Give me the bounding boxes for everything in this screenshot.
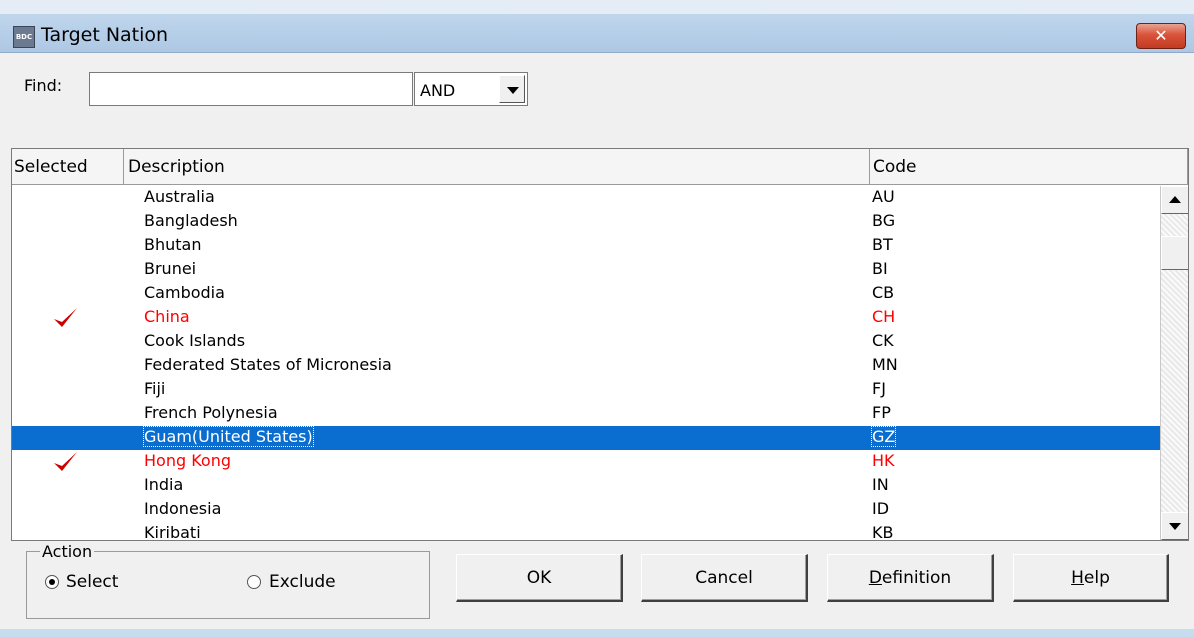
table-row[interactable]: Bangladesh BG bbox=[12, 210, 1160, 234]
action-legend: Action bbox=[40, 542, 95, 561]
table-row[interactable]: Guam(United States) GZ bbox=[12, 426, 1160, 450]
background-window-strip bbox=[0, 0, 1194, 14]
row-description: Cook Islands bbox=[144, 331, 246, 350]
table-row[interactable]: French Polynesia FP bbox=[12, 402, 1160, 426]
table-row[interactable]: Bhutan BT bbox=[12, 234, 1160, 258]
row-description: Bangladesh bbox=[144, 211, 238, 230]
row-code: BI bbox=[872, 259, 888, 278]
table-row[interactable]: Brunei BI bbox=[12, 258, 1160, 282]
help-accelerator: H bbox=[1071, 568, 1084, 588]
scroll-down-button[interactable] bbox=[1161, 512, 1188, 540]
row-description: China bbox=[144, 307, 190, 326]
row-code: KB bbox=[872, 523, 894, 541]
ok-button[interactable]: OK bbox=[456, 554, 623, 602]
row-code: IN bbox=[872, 475, 889, 494]
title-bar[interactable]: BDC Target Nation ✕ bbox=[0, 0, 1194, 53]
definition-label: efinition bbox=[881, 568, 952, 588]
definition-accelerator: D bbox=[868, 568, 882, 588]
table-row[interactable]: Kiribati KB bbox=[12, 522, 1160, 541]
table-row[interactable]: Indonesia ID bbox=[12, 498, 1160, 522]
checkmark-icon bbox=[54, 452, 77, 471]
nation-grid: Selected Description Code Australia AU Ban… bbox=[11, 148, 1189, 541]
row-code: AU bbox=[872, 187, 895, 206]
row-code: HK bbox=[872, 451, 895, 470]
close-button[interactable]: ✕ bbox=[1136, 23, 1186, 49]
column-header-selected[interactable]: Selected bbox=[12, 149, 124, 185]
select-radio-label[interactable]: Select bbox=[66, 572, 118, 592]
table-row[interactable]: Australia AU bbox=[12, 186, 1160, 210]
table-row[interactable]: India IN bbox=[12, 474, 1160, 498]
find-input[interactable] bbox=[89, 72, 413, 106]
vertical-scrollbar[interactable] bbox=[1160, 186, 1188, 540]
row-description: Australia bbox=[144, 187, 215, 206]
chevron-down-icon[interactable] bbox=[499, 75, 525, 103]
scroll-thumb[interactable] bbox=[1161, 236, 1188, 270]
help-button[interactable]: Help bbox=[1013, 554, 1169, 602]
select-radio[interactable] bbox=[45, 575, 59, 589]
row-description: Hong Kong bbox=[144, 451, 231, 470]
table-row[interactable]: Federated States of Micronesia MN bbox=[12, 354, 1160, 378]
row-code: BT bbox=[872, 235, 893, 254]
row-code: ID bbox=[872, 499, 890, 518]
row-code: FP bbox=[872, 403, 891, 422]
row-description: Fiji bbox=[144, 379, 166, 398]
row-code: CH bbox=[872, 307, 896, 326]
scroll-up-button[interactable] bbox=[1161, 186, 1188, 214]
row-code: GZ bbox=[870, 426, 897, 447]
row-description: Indonesia bbox=[144, 499, 222, 518]
column-header-code[interactable]: Code bbox=[870, 149, 1188, 185]
app-icon: BDC bbox=[13, 26, 35, 48]
row-description: French Polynesia bbox=[144, 403, 278, 422]
table-row[interactable]: Hong Kong HK bbox=[12, 450, 1160, 474]
row-description: Federated States of Micronesia bbox=[144, 355, 392, 374]
table-row[interactable]: Cambodia CB bbox=[12, 282, 1160, 306]
row-code: CB bbox=[872, 283, 895, 302]
exclude-radio-label[interactable]: Exclude bbox=[269, 572, 336, 592]
column-header-description[interactable]: Description bbox=[124, 149, 870, 185]
checkmark-icon bbox=[54, 308, 77, 327]
help-label: elp bbox=[1083, 568, 1110, 588]
target-nation-dialog: BDC Target Nation ✕ Find: AND Selected D… bbox=[0, 0, 1194, 637]
row-code: BG bbox=[872, 211, 896, 230]
row-description: Bhutan bbox=[144, 235, 202, 254]
window-bottom-frame bbox=[0, 629, 1194, 637]
row-code: CK bbox=[872, 331, 894, 350]
window-title: Target Nation bbox=[41, 24, 169, 46]
table-row[interactable]: Fiji FJ bbox=[12, 378, 1160, 402]
row-description: Kiribati bbox=[144, 523, 201, 541]
row-description: Cambodia bbox=[144, 283, 225, 302]
cancel-button[interactable]: Cancel bbox=[641, 554, 808, 602]
find-label: Find: bbox=[24, 76, 63, 95]
exclude-radio[interactable] bbox=[247, 575, 261, 589]
row-description: Guam(United States) bbox=[143, 426, 314, 447]
table-row[interactable]: Cook Islands CK bbox=[12, 330, 1160, 354]
table-row[interactable]: China CH bbox=[12, 306, 1160, 330]
row-description: India bbox=[144, 475, 184, 494]
row-description: Brunei bbox=[144, 259, 197, 278]
operator-dropdown[interactable]: AND bbox=[414, 72, 528, 106]
definition-button[interactable]: Definition bbox=[827, 554, 994, 602]
row-code: FJ bbox=[872, 379, 886, 398]
operator-value: AND bbox=[420, 81, 456, 100]
row-code: MN bbox=[872, 355, 898, 374]
